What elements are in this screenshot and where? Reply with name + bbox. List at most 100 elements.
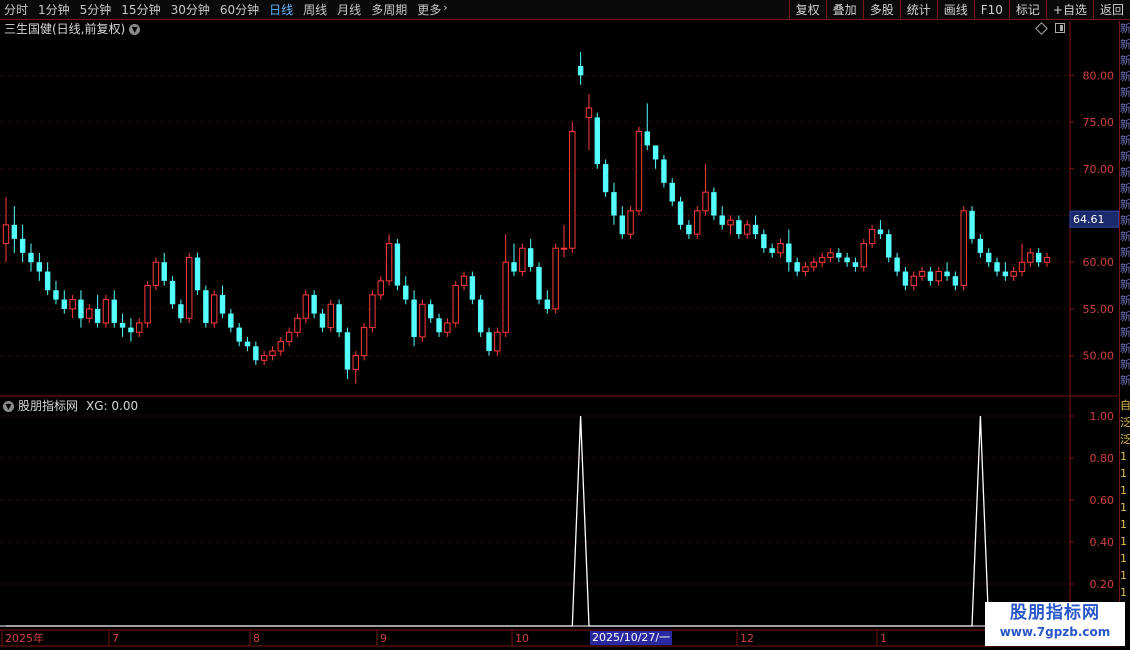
candle-body [428,304,434,319]
candle-body [935,271,942,282]
candle-body [677,201,684,225]
candle-body [236,327,242,342]
side-strip-item[interactable]: 新 [1120,245,1130,261]
candle-body [269,350,276,357]
side-strip-item[interactable]: 新 [1120,133,1130,149]
side-strip-item[interactable]: 新 [1120,117,1130,133]
candle-body [502,261,509,333]
candle-body [119,322,126,328]
candle-body [102,299,110,324]
x-axis-label: 2025年 [5,631,44,645]
candle-body [86,308,93,319]
candle-body [2,224,10,245]
price-chart[interactable]: 80.0075.0070.0065.0060.0055.0050.001.000… [0,0,1130,650]
side-strip-item[interactable]: 新 [1120,85,1130,101]
side-strip-lower-item[interactable]: 自 [1120,397,1130,414]
candle-body [53,290,59,300]
side-strip-lower-item[interactable]: 1 [1120,465,1130,482]
candle-body [352,355,359,371]
side-strip-lower-item[interactable]: 1 [1120,533,1130,550]
x-axis-label: 9 [380,632,387,645]
candle-body [419,303,426,338]
candle-body [794,262,800,272]
side-strip-item[interactable]: 新 [1120,213,1130,229]
side-strip-item[interactable]: 新 [1120,53,1130,69]
candle-body [810,261,818,268]
candle-body [69,299,76,310]
side-info-strip[interactable]: 新新新新新新新新新新新新新新新新新新新新新新新 [1119,21,1130,396]
candle-body [752,224,759,235]
candle-body [652,145,659,160]
candle-body [602,164,609,193]
candle-body [394,243,401,286]
candle-body [277,341,285,352]
side-info-strip-lower[interactable]: 自泛泛111111111 [1119,397,1130,602]
indicator-tick-label: 0.80 [1090,452,1115,465]
candle-body [910,275,917,287]
side-strip-lower-item[interactable]: 泛 [1120,431,1130,448]
side-strip-item[interactable]: 新 [1120,181,1130,197]
candle-body [969,210,975,239]
side-strip-item[interactable]: 新 [1120,229,1130,245]
candle-body [369,294,376,329]
side-strip-item[interactable]: 新 [1120,101,1130,117]
candle-body [844,257,850,263]
watermark-title: 股朋指标网 [1010,603,1100,623]
candle-body [136,322,143,333]
side-strip-item[interactable]: 新 [1120,37,1130,53]
side-strip-item[interactable]: 新 [1120,357,1130,373]
candle-body [886,234,892,258]
side-strip-item[interactable]: 新 [1120,165,1130,181]
candle-body [44,271,51,291]
side-strip-item[interactable]: 新 [1120,21,1130,37]
side-strip-lower-item[interactable]: 1 [1120,482,1130,499]
side-strip-lower-item[interactable]: 泛 [1120,414,1130,431]
side-strip-item[interactable]: 新 [1120,277,1130,293]
side-strip-item[interactable]: 新 [1120,341,1130,357]
candle-body [635,130,643,212]
x-axis-label: 10 [515,632,529,645]
candle-body [1010,271,1017,277]
side-strip-lower-item[interactable]: 1 [1120,448,1130,465]
candle-body [477,299,484,333]
candle-body [711,192,717,216]
candle-body [19,238,26,253]
side-strip-lower-item[interactable]: 1 [1120,567,1130,584]
side-strip-item[interactable]: 新 [1120,373,1130,389]
candle-body [194,257,201,291]
candle-body [644,131,650,146]
candle-body [611,192,617,216]
side-strip-lower-item[interactable]: 1 [1120,550,1130,567]
candle-body [736,220,742,235]
candle-body [336,304,342,333]
candle-body [927,271,934,281]
side-strip-item[interactable]: 新 [1120,293,1130,309]
x-axis-label: 12 [740,632,754,645]
candle-body [536,266,542,300]
side-strip-item[interactable]: 新 [1120,261,1130,277]
candle-body [1027,252,1034,263]
candle-body [552,247,559,310]
candle-body [486,332,492,351]
price-tick-label: 80.00 [1083,69,1115,82]
side-strip-item[interactable]: 新 [1120,309,1130,325]
candle-body [385,243,393,282]
candle-body [327,303,334,329]
price-tick-label: 60.00 [1083,256,1115,269]
side-strip-lower-item[interactable]: 1 [1120,584,1130,601]
side-strip-item[interactable]: 新 [1120,197,1130,213]
candle-body [686,224,692,235]
side-strip-lower-item[interactable]: 1 [1120,516,1130,533]
price-tick-label: 75.00 [1083,116,1115,129]
candle-body [203,290,209,323]
candle-body [1035,252,1042,263]
watermark-logo: 股朋指标网 www.7gpzb.com [985,602,1125,646]
side-strip-item[interactable]: 新 [1120,325,1130,341]
side-strip-lower-item[interactable]: 1 [1120,499,1130,516]
candle-body [186,257,193,319]
side-strip-item[interactable]: 新 [1120,149,1130,165]
candle-body [152,261,160,287]
candle-body [260,355,268,361]
side-strip-item[interactable]: 新 [1120,69,1130,85]
candle-body [178,304,184,319]
